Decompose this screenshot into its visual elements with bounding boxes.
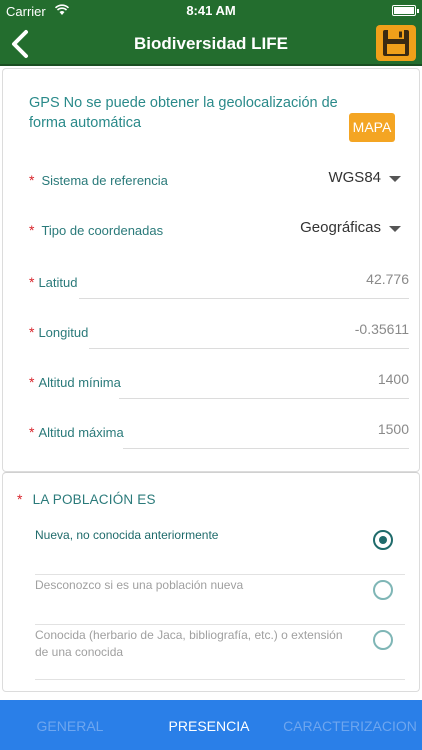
tab-presencia[interactable]: PRESENCIA	[140, 700, 278, 750]
min-altitude-field[interactable]: * Altitud mínima 1400	[29, 369, 409, 399]
map-button[interactable]: MAPA	[349, 113, 395, 142]
location-card: GPS No se puede obtener la geolocalizaci…	[2, 68, 420, 472]
max-altitude-field[interactable]: * Altitud máxima 1500	[29, 419, 409, 449]
required-mark: *	[29, 424, 35, 440]
max-altitude-input[interactable]: 1500	[378, 421, 409, 437]
option-new-population[interactable]: Nueva, no conocida anteriormente	[35, 527, 405, 577]
latitude-field[interactable]: * Latitud 42.776	[29, 269, 409, 299]
latitude-label: Latitud	[38, 275, 78, 290]
status-bar: Carrier 8:41 AM	[0, 0, 422, 22]
divider	[35, 624, 405, 625]
coordinate-type-value: Geográficas	[300, 219, 381, 236]
input-underline	[79, 298, 409, 299]
reference-system-select[interactable]: * Sistema de referencia WGS84	[29, 166, 409, 196]
required-mark: *	[17, 491, 23, 507]
option-label: Desconozco si es una población nueva	[35, 578, 244, 592]
population-card: * LA POBLACIÓN ES Nueva, no conocida ante…	[2, 472, 420, 692]
coordinate-type-select[interactable]: * Tipo de coordenadas Geográficas	[29, 216, 409, 246]
radio-unselected-icon[interactable]	[373, 630, 393, 650]
required-mark: *	[29, 274, 35, 290]
required-mark: *	[29, 374, 35, 390]
option-label: Conocida (herbario de Jaca, bibliografía…	[35, 628, 343, 659]
population-title: LA POBLACIÓN ES	[32, 492, 156, 507]
chevron-down-icon	[389, 226, 401, 232]
option-known-population[interactable]: Conocida (herbario de Jaca, bibliografía…	[35, 627, 405, 681]
divider	[35, 679, 405, 680]
min-altitude-label: Altitud mínima	[38, 375, 121, 390]
input-underline	[89, 348, 409, 349]
required-mark: *	[29, 222, 35, 238]
min-altitude-input[interactable]: 1400	[378, 371, 409, 387]
nav-bar: Biodiversidad LIFE	[0, 22, 422, 66]
input-underline	[119, 398, 409, 399]
floppy-disk-icon	[376, 30, 416, 65]
form-content[interactable]: GPS No se puede obtener la geolocalizaci…	[0, 68, 422, 700]
latitude-input[interactable]: 42.776	[366, 271, 409, 287]
population-section-title: * LA POBLACIÓN ES	[17, 491, 156, 507]
page-title: Biodiversidad LIFE	[134, 34, 288, 53]
reference-system-value: WGS84	[328, 169, 381, 186]
gps-warning: GPS No se puede obtener la geolocalizaci…	[29, 95, 338, 131]
coordinate-type-label: Tipo de coordenadas	[41, 223, 164, 238]
input-underline	[123, 448, 409, 449]
reference-system-label: Sistema de referencia	[41, 173, 168, 188]
longitude-input[interactable]: -0.35611	[355, 321, 409, 337]
required-mark: *	[29, 172, 35, 188]
longitude-field[interactable]: * Longitud -0.35611	[29, 319, 409, 349]
clock: 8:41 AM	[186, 3, 236, 18]
save-button[interactable]	[376, 25, 416, 61]
radio-unselected-icon[interactable]	[373, 580, 393, 600]
option-label: Nueva, no conocida anteriormente	[35, 528, 219, 542]
divider	[35, 574, 405, 575]
chevron-down-icon	[389, 176, 401, 182]
option-unknown-if-new[interactable]: Desconozco si es una población nueva	[35, 577, 405, 627]
tab-caracterizacion[interactable]: CARACTERIZACION	[278, 700, 422, 750]
required-mark: *	[29, 324, 35, 340]
longitude-label: Longitud	[38, 325, 89, 340]
radio-selected-icon[interactable]	[373, 530, 393, 550]
tab-general[interactable]: GENERAL	[0, 700, 140, 750]
max-altitude-label: Altitud máxima	[38, 425, 124, 440]
tab-bar: GENERAL PRESENCIA CARACTERIZACION	[0, 700, 422, 750]
battery-icon	[392, 5, 419, 16]
